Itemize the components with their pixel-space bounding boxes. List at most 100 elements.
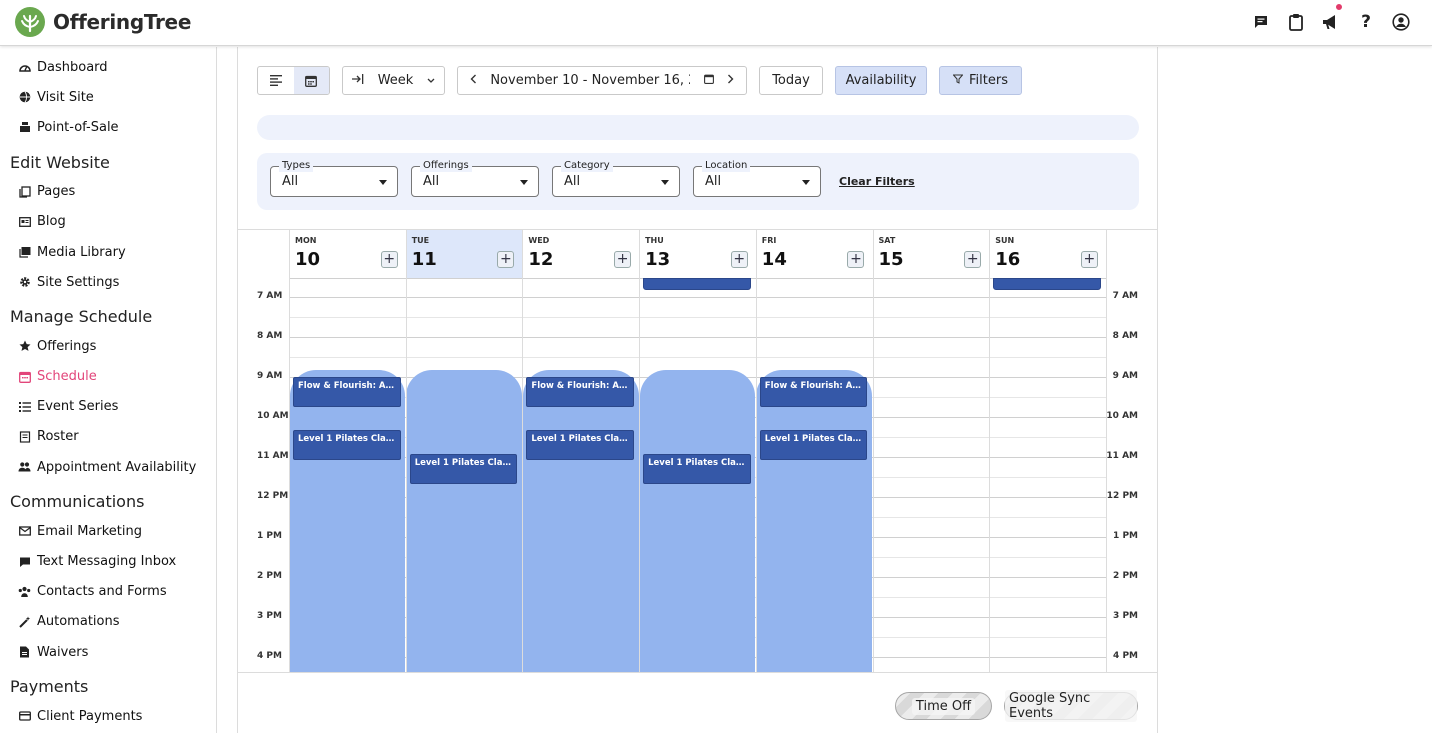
time-label: 11 AM: [257, 451, 289, 461]
time-label: 2 PM: [257, 571, 282, 581]
filter-label: Location: [702, 159, 751, 172]
next-week-button[interactable]: [727, 73, 734, 88]
sidebar-item-event-series[interactable]: Event Series: [0, 392, 216, 422]
chat-icon[interactable]: [1250, 11, 1272, 33]
caret-down-icon: [520, 180, 528, 185]
availability-block[interactable]: [406, 370, 522, 672]
card-icon: [18, 710, 31, 723]
availability-block[interactable]: [756, 370, 872, 672]
sidebar-item-email-marketing[interactable]: Email Marketing: [0, 516, 216, 546]
calendar-event[interactable]: Level 1 Pilates Class: [409, 453, 518, 484]
time-label: 7 AM: [257, 291, 283, 301]
clear-filters-link[interactable]: Clear Filters: [839, 175, 915, 188]
sidebar-item-site-settings[interactable]: Site Settings: [0, 267, 216, 297]
day-header: WED 12 +: [522, 230, 639, 278]
date-range-picker: November 10 - November 16, 2025: [457, 66, 747, 95]
sidebar-item-waivers[interactable]: Waivers: [0, 637, 216, 667]
filter-label: Category: [561, 159, 613, 172]
sidebar-item-visit-site[interactable]: Visit Site: [0, 82, 216, 112]
calendar-event[interactable]: Flow & Flourish: An All-Levels Yoga Jour…: [293, 377, 401, 407]
time-label: 7 AM: [1112, 291, 1138, 301]
logo[interactable]: OfferingTree: [15, 7, 191, 37]
sidebar-section-title: Edit Website: [10, 152, 110, 172]
add-event-button[interactable]: +: [964, 251, 982, 268]
view-toggle: [257, 66, 330, 95]
sidebar-item-appointment-availability[interactable]: Appointment Availability: [0, 452, 216, 482]
day-number: 16: [995, 249, 1021, 270]
calendar-event[interactable]: Level 1 Pilates Class: [293, 430, 401, 461]
sidebar-item-pages[interactable]: Pages: [0, 177, 216, 207]
help-glyph: ?: [1361, 12, 1371, 32]
globe-icon: [18, 91, 31, 104]
account-icon[interactable]: [1390, 11, 1412, 33]
calendar-small-icon[interactable]: [703, 73, 714, 88]
day-number: 14: [761, 249, 787, 270]
add-event-button[interactable]: +: [1080, 251, 1098, 268]
view-mode-label: Week: [377, 73, 414, 88]
filter-value: All: [282, 174, 299, 189]
google-sync-events-toggle[interactable]: Google Sync Events: [1004, 690, 1138, 722]
sidebar-item-label: Appointment Availability: [37, 459, 197, 475]
sidebar-item-point-of-sale[interactable]: Point-of-Sale: [0, 112, 216, 142]
location-filter-select[interactable]: Location All: [693, 159, 821, 197]
sidebar-item-blog[interactable]: Blog: [0, 207, 216, 237]
filter-value: All: [564, 174, 581, 189]
day-of-week: MON: [295, 236, 317, 245]
sidebar-item-label: Pages: [37, 184, 76, 200]
register-icon: [18, 121, 31, 134]
people-icon: [18, 461, 31, 474]
availability-block[interactable]: [289, 370, 406, 672]
availability-button[interactable]: Availability: [835, 66, 927, 95]
offerings-filter-select[interactable]: Offerings All: [411, 159, 539, 197]
sidebar: Dashboard Visit Site Point-of-Sale Edit We…: [0, 47, 217, 733]
calendar-event[interactable]: Level 1 Pilates Class: [526, 430, 635, 461]
contacts-icon: [18, 585, 31, 598]
calendar-event[interactable]: [993, 278, 1101, 291]
sidebar-item-dashboard[interactable]: Dashboard: [0, 52, 216, 82]
types-filter-select[interactable]: Types All: [270, 159, 398, 197]
add-event-button[interactable]: +: [614, 251, 632, 268]
hour-gridline: [289, 357, 1106, 358]
list-view-icon[interactable]: [258, 67, 294, 94]
calendar-event[interactable]: Level 1 Pilates Class: [759, 430, 868, 461]
date-range-text[interactable]: November 10 - November 16, 2025: [490, 73, 690, 88]
sidebar-item-automations[interactable]: Automations: [0, 607, 216, 637]
clipboard-icon[interactable]: [1285, 11, 1307, 33]
add-event-button[interactable]: +: [380, 251, 398, 268]
filters-button[interactable]: Filters: [939, 66, 1022, 95]
sidebar-item-media-library[interactable]: Media Library: [0, 237, 216, 267]
calendar-event[interactable]: Flow & Flourish: An All-Levels Yoga Jour…: [759, 377, 868, 407]
calendar-event[interactable]: Level 1 Pilates Class: [643, 453, 751, 484]
availability-block[interactable]: [522, 370, 639, 672]
add-event-button[interactable]: +: [847, 251, 865, 268]
help-icon[interactable]: ?: [1355, 11, 1377, 33]
add-event-button[interactable]: +: [730, 251, 748, 268]
sidebar-item-label: Contacts and Forms: [37, 584, 167, 600]
sidebar-item-contacts-and-forms[interactable]: Contacts and Forms: [0, 577, 216, 607]
view-mode-select[interactable]: Week: [342, 66, 445, 95]
time-off-toggle[interactable]: Time Off: [895, 692, 992, 720]
sidebar-item-label: Offerings: [37, 338, 97, 354]
prev-week-button[interactable]: [470, 73, 477, 88]
time-label: 12 PM: [257, 491, 289, 501]
hour-gridline: [289, 317, 1106, 318]
megaphone-icon[interactable]: [1320, 2, 1344, 33]
today-button[interactable]: Today: [759, 66, 823, 95]
category-filter-select[interactable]: Category All: [552, 159, 680, 197]
filter-value: All: [423, 174, 440, 189]
filter-icon: [952, 73, 964, 88]
sidebar-item-schedule[interactable]: Schedule: [0, 362, 216, 392]
hour-gridline: [289, 297, 1106, 298]
availability-block[interactable]: [639, 370, 756, 672]
sidebar-item-label: Media Library: [37, 244, 126, 260]
calendar-event[interactable]: Flow & Flourish: An All-Levels Yoga Jour…: [526, 377, 635, 407]
add-event-button[interactable]: +: [497, 251, 515, 268]
sidebar-item-text-messaging-inbox[interactable]: Text Messaging Inbox: [0, 546, 216, 576]
day-column-divider: [289, 230, 290, 672]
calendar-event[interactable]: [643, 278, 751, 291]
sidebar-section-title: Payments: [10, 677, 89, 697]
sidebar-item-client-payments[interactable]: Client Payments: [0, 701, 216, 731]
sidebar-item-roster[interactable]: Roster: [0, 422, 216, 452]
sidebar-item-offerings[interactable]: Offerings: [0, 331, 216, 361]
calendar-view-icon[interactable]: [293, 67, 329, 94]
